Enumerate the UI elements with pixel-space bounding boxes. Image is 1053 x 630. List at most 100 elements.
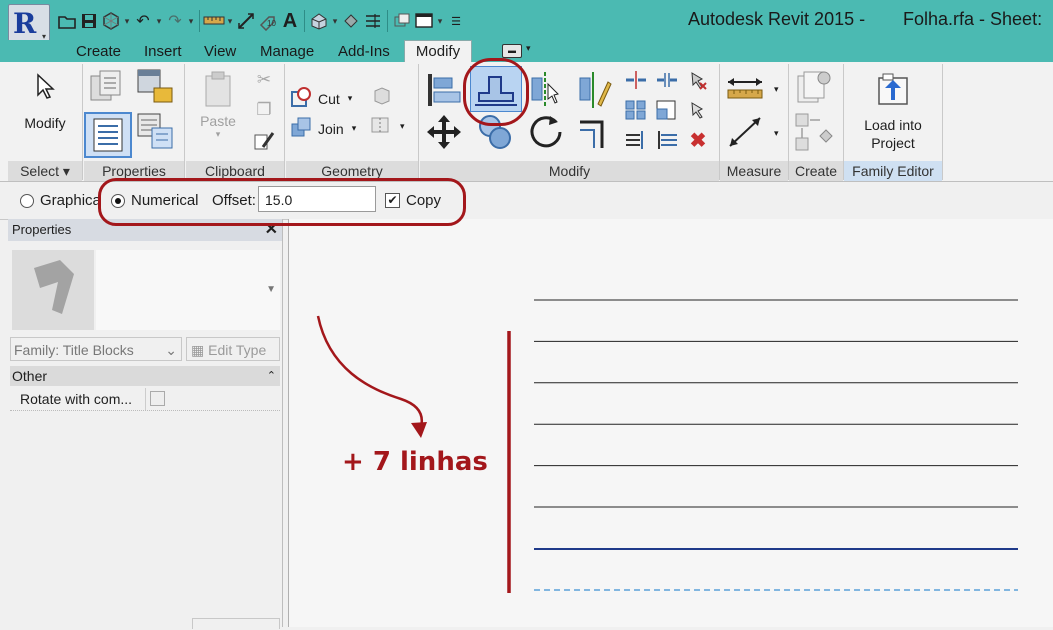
tab-insert[interactable]: Insert: [144, 42, 182, 62]
ribbon-minimize-icon[interactable]: ▬: [502, 44, 522, 58]
modify-select-button[interactable]: Modify: [14, 72, 76, 131]
split-with-gap-icon[interactable]: [655, 68, 679, 92]
group-other-label: Other: [12, 368, 48, 384]
undo-icon[interactable]: ↶: [132, 10, 154, 32]
trim-extend-multiple-icon[interactable]: [624, 128, 648, 152]
save-icon[interactable]: [78, 10, 100, 32]
panel-label-modify: Modify: [420, 161, 719, 181]
tab-create[interactable]: Create: [76, 42, 121, 62]
join-label: Join: [318, 120, 344, 137]
redo-icon[interactable]: ↷: [164, 10, 186, 32]
tab-view[interactable]: View: [204, 42, 236, 62]
dimension-icon[interactable]: [235, 10, 257, 32]
tab-modify[interactable]: Modify: [404, 40, 472, 63]
quick-access-toolbar: ▾ ↶ ▾ ↷ ▾ ▾ 10 A ▾ ▾ ☰: [56, 8, 467, 34]
3d-view-icon[interactable]: [308, 10, 330, 32]
sync-icon[interactable]: [100, 10, 122, 32]
edit-type-button[interactable]: ▦ Edit Type: [186, 337, 280, 361]
copy-to-clipboard-icon[interactable]: ❐: [252, 98, 276, 122]
text-icon[interactable]: A: [279, 10, 301, 32]
type-properties-icon[interactable]: [136, 112, 176, 155]
unpin-icon[interactable]: [686, 98, 710, 122]
offset-highlight-circle: [463, 58, 529, 126]
split-face-button[interactable]: ▾: [370, 114, 405, 139]
rotate-icon[interactable]: [526, 112, 566, 155]
family-selector[interactable]: Family: Title Blocks ⌄: [10, 337, 182, 361]
3d-view-dropdown-icon[interactable]: ▾: [330, 16, 340, 27]
tab-add-ins[interactable]: Add-Ins: [338, 42, 390, 62]
ribbon-minimize-dropdown-icon[interactable]: ▾: [526, 43, 531, 54]
family-category-icon[interactable]: [136, 68, 176, 107]
aligned-dimension-button[interactable]: ▾: [724, 74, 779, 105]
panel-label-family-editor: Family Editor: [844, 161, 942, 181]
cut-label: Cut: [318, 90, 340, 107]
property-row-rotate: Rotate with com...: [10, 388, 280, 411]
measure-between-button[interactable]: ▾: [724, 114, 779, 153]
join-dropdown-icon[interactable]: ▾: [352, 123, 357, 134]
drawing-area[interactable]: + 7 linhas: [288, 219, 1053, 627]
scale-icon[interactable]: [655, 98, 679, 122]
properties-icon[interactable]: [84, 112, 132, 158]
app-logo-letter: R: [13, 7, 37, 40]
family-types-icon[interactable]: [88, 68, 124, 107]
cut-dropdown-icon[interactable]: ▾: [348, 93, 353, 104]
thin-lines-icon[interactable]: [362, 10, 384, 32]
trim-extend-icon[interactable]: [576, 112, 616, 155]
separator: [387, 10, 388, 32]
cut-geometry-button[interactable]: Cut ▾: [290, 86, 352, 111]
close-hidden-icon[interactable]: [391, 10, 413, 32]
split-element-icon[interactable]: [624, 68, 648, 92]
section-icon[interactable]: [340, 10, 362, 32]
chevron-down-icon: ⌄: [165, 342, 177, 358]
cut-scissors-icon[interactable]: ✂: [252, 68, 276, 92]
join-geometry-button[interactable]: Join ▾: [290, 116, 356, 141]
split-face-dropdown-icon[interactable]: ▾: [400, 121, 405, 132]
panel-label-measure: Measure: [720, 161, 788, 181]
rotate-checkbox[interactable]: [150, 391, 165, 406]
redo-dropdown-icon[interactable]: ▾: [186, 16, 196, 27]
paste-icon: [201, 70, 235, 113]
create-group-icon[interactable]: [794, 112, 834, 155]
load-into-project-button[interactable]: Load into Project: [852, 70, 934, 151]
aligned-dimension-dropdown-icon[interactable]: ▾: [774, 84, 779, 95]
sync-dropdown-icon[interactable]: ▾: [122, 16, 132, 27]
measure-between-dropdown-icon[interactable]: ▾: [774, 128, 779, 139]
tag-icon[interactable]: 10: [257, 10, 279, 32]
graphical-radio-button[interactable]: [20, 193, 34, 208]
paste-dropdown-icon: ▾: [215, 129, 221, 139]
group-header-other[interactable]: Other ⌃: [10, 366, 280, 386]
graphical-radio[interactable]: Graphica: [20, 192, 101, 209]
switch-windows-dropdown-icon[interactable]: ▾: [435, 16, 445, 27]
mirror-draw-axis-icon[interactable]: [576, 70, 612, 113]
delete-icon[interactable]: ✖: [686, 128, 710, 152]
customize-icon[interactable]: ☰: [445, 10, 467, 32]
array-icon[interactable]: [624, 98, 648, 122]
pin-icon[interactable]: [686, 68, 710, 92]
panel-label-create: Create: [789, 161, 843, 181]
app-title: Autodesk Revit 2015 -: [688, 9, 866, 29]
panel-label-select[interactable]: Select ▾: [8, 161, 82, 181]
drawing-canvas[interactable]: [289, 219, 1053, 627]
type-selector[interactable]: ▼: [96, 250, 280, 330]
split-face-icon: [370, 114, 394, 139]
trim-extend-single-icon[interactable]: [655, 128, 679, 152]
measure-icon[interactable]: [203, 10, 225, 32]
measure-dropdown-icon[interactable]: ▾: [225, 16, 235, 27]
match-type-icon[interactable]: [252, 128, 276, 152]
paste-button[interactable]: Paste ▾: [194, 70, 242, 140]
collapse-icon[interactable]: ⌃: [267, 366, 276, 386]
apply-button[interactable]: [192, 618, 280, 629]
wall-joins-icon[interactable]: [370, 84, 394, 108]
open-icon[interactable]: [56, 10, 78, 32]
type-selector-dropdown-icon[interactable]: ▼: [266, 284, 276, 295]
align-icon[interactable]: [424, 70, 464, 113]
mirror-pick-axis-icon[interactable]: [528, 70, 562, 113]
panel-separator: [284, 64, 285, 180]
switch-windows-icon[interactable]: [413, 10, 435, 32]
create-similar-icon[interactable]: [794, 68, 834, 111]
tab-manage[interactable]: Manage: [260, 42, 314, 62]
load-into-label-1: Load into: [864, 117, 922, 133]
cursor-arrow-icon: [33, 72, 57, 105]
undo-dropdown-icon[interactable]: ▾: [154, 16, 164, 27]
move-icon[interactable]: [424, 112, 464, 155]
